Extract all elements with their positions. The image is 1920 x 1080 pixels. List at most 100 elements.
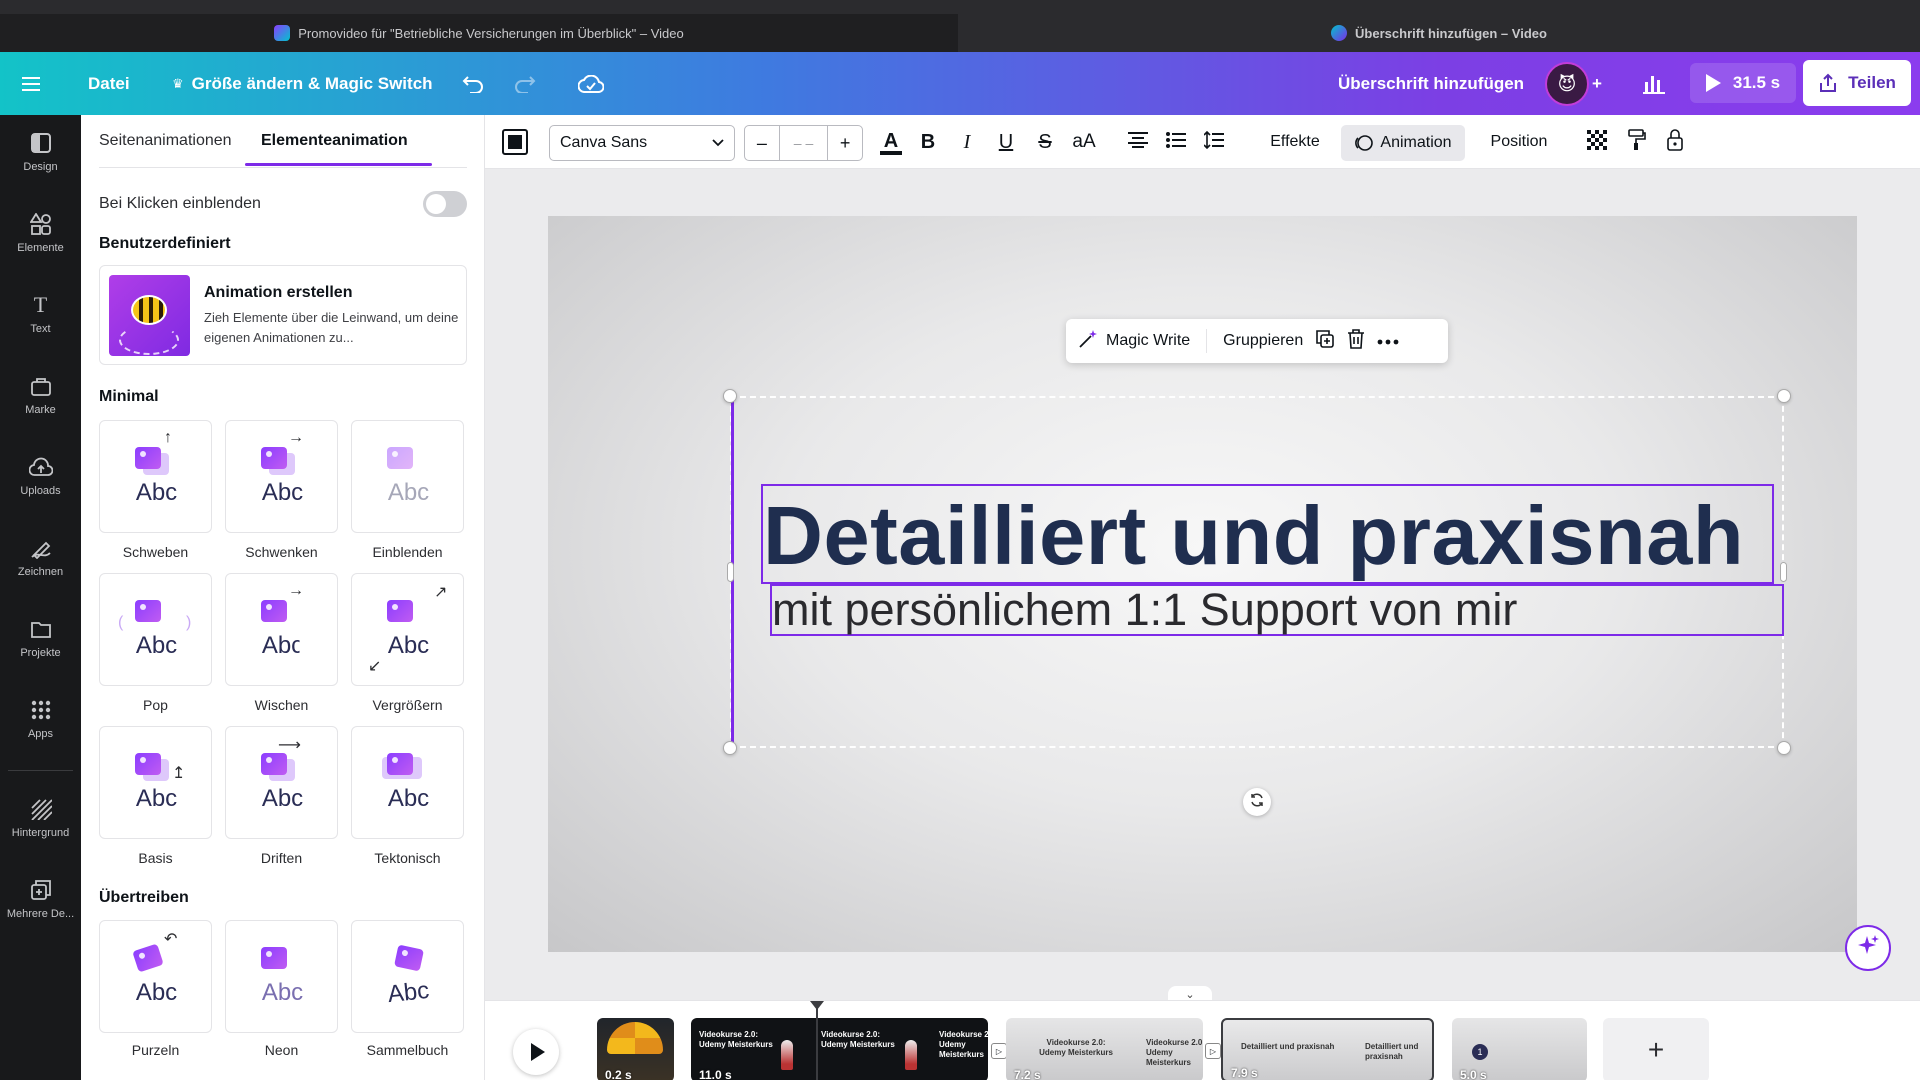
headline-text[interactable]: Detailliert und praxisnah (763, 488, 1773, 584)
italic-button[interactable]: I (956, 115, 978, 169)
add-page-button[interactable]: + (1603, 1018, 1709, 1080)
timeline-play-button[interactable] (513, 1029, 559, 1075)
add-collaborator-button[interactable]: + (1592, 52, 1618, 115)
magic-write-button[interactable]: Magic Write (1066, 319, 1196, 363)
animation-tile-sammelbuch[interactable]: Abc (351, 920, 464, 1033)
timeline-clip[interactable]: Videokurse 2.0: Udemy Meisterkurs Videok… (691, 1018, 988, 1080)
share-button[interactable]: Teilen (1803, 60, 1911, 106)
animation-tile-vergroessern[interactable]: ↗ ↙ Abc (351, 573, 464, 686)
position-button[interactable]: Position (1481, 115, 1557, 169)
redo-button[interactable] (514, 52, 546, 115)
animation-tile-einblenden[interactable]: Abc (351, 420, 464, 533)
shape-color-button[interactable] (499, 115, 531, 169)
rail-item-design[interactable]: Design (0, 119, 81, 185)
resize-handle-bottom-left[interactable] (723, 741, 737, 755)
rail-item-text[interactable]: T Text (0, 281, 81, 347)
tab-page-animations[interactable]: Seitenanimationen (99, 115, 232, 167)
playhead-line (816, 1006, 818, 1080)
duplicate-button[interactable] (1309, 319, 1341, 363)
resize-handle-left[interactable] (727, 562, 734, 582)
align-button[interactable] (1125, 115, 1151, 169)
transition-button[interactable]: ▷ (991, 1043, 1007, 1059)
lock-button[interactable] (1663, 115, 1687, 169)
canva-logo-icon (1331, 25, 1348, 41)
strikethrough-button[interactable]: S (1034, 115, 1056, 169)
upload-icon (28, 455, 53, 479)
transition-button[interactable]: ▷ (1205, 1043, 1221, 1059)
animation-tile-driften[interactable]: ⟶ Abc (225, 726, 338, 839)
animation-tile-schweben[interactable]: ↑ Abc (99, 420, 212, 533)
rail-item-apps[interactable]: Apps (0, 686, 81, 752)
bold-button[interactable]: B (917, 115, 939, 169)
abc-sample: Abc (261, 979, 304, 1006)
timeline-clip[interactable]: 1 5.0 s (1452, 1018, 1587, 1080)
browser-tab-promovideo[interactable]: Promovideo für "Betriebliche Versicherun… (0, 14, 958, 52)
underline-button[interactable]: U (995, 115, 1017, 169)
browser-tab-title: Überschrift hinzufügen – Video (1355, 25, 1547, 41)
create-animation-card[interactable]: Animation erstellen Zieh Elemente über d… (99, 265, 467, 365)
rail-item-draw[interactable]: Zeichnen (0, 524, 81, 590)
rotate-handle[interactable] (1243, 788, 1271, 816)
rail-item-projects[interactable]: Projekte (0, 605, 81, 671)
image-icon (261, 753, 287, 775)
font-size-increase-button[interactable]: + (828, 133, 862, 154)
play-preview-button[interactable]: 31.5 s (1690, 63, 1796, 103)
menu-button[interactable] (22, 52, 58, 115)
playhead-marker[interactable] (810, 998, 824, 1010)
save-status-button[interactable] (578, 52, 612, 115)
font-dropdown[interactable]: Canva Sans (549, 125, 735, 161)
click-reveal-toggle[interactable] (423, 191, 467, 217)
animation-tile-pop[interactable]: ( ) Abc (99, 573, 212, 686)
animation-tile-purzeln[interactable]: ↶ Abc (99, 920, 212, 1033)
animation-tile-neon[interactable]: Abc (225, 920, 338, 1033)
bar-chart-icon (1643, 74, 1665, 94)
effects-button[interactable]: Effekte (1257, 115, 1333, 169)
arrow-right-icon: → (288, 429, 304, 446)
animation-tile-wischen[interactable]: → Abc (225, 573, 338, 686)
insights-button[interactable] (1643, 52, 1673, 115)
rail-item-elements[interactable]: Elemente (0, 200, 81, 266)
browser-tab-active[interactable]: Überschrift hinzufügen – Video (958, 14, 1920, 52)
arrow-expand-ne-icon: ↗ (434, 584, 448, 601)
font-size-input[interactable]: – – (778, 125, 829, 161)
animation-tile-basis[interactable]: ↥ Abc (99, 726, 212, 839)
browser-tab-title: Promovideo für "Betriebliche Versicherun… (298, 25, 684, 41)
undo-button[interactable] (462, 52, 494, 115)
rail-label: Zeichnen (17, 566, 64, 578)
animation-label: Sammelbuch (366, 1042, 449, 1058)
rail-item-multiple-designs[interactable]: Mehrere De... (0, 866, 81, 932)
rail-item-background[interactable]: Hintergrund (0, 785, 81, 851)
font-size-decrease-button[interactable]: – (745, 133, 779, 154)
timeline-clip[interactable]: Videokurse 2.0: Udemy Meisterkurs Videok… (1006, 1018, 1203, 1080)
more-options-button[interactable] (1371, 319, 1405, 363)
magic-assistant-button[interactable] (1845, 925, 1891, 971)
delete-button[interactable] (1341, 319, 1371, 363)
spacing-button[interactable] (1201, 115, 1227, 169)
file-menu-button[interactable]: Datei (88, 52, 130, 115)
timeline-clip[interactable]: 0.2 s (597, 1018, 674, 1080)
text-color-button[interactable]: A (877, 115, 905, 169)
rail-item-uploads[interactable]: Uploads (0, 443, 81, 509)
tab-element-animation[interactable]: Elementeanimation (261, 115, 408, 167)
rail-item-brand[interactable]: Marke (0, 362, 81, 428)
transparency-button[interactable] (1585, 115, 1609, 169)
group-button[interactable]: Gruppieren (1217, 319, 1309, 363)
timeline-clip-active[interactable]: Detailliert und praxisnah Detailliert un… (1221, 1018, 1434, 1080)
animation-button[interactable]: Animation (1341, 125, 1465, 161)
animation-tile-tektonisch[interactable]: Abc (351, 726, 464, 839)
resize-handle-right[interactable] (1780, 562, 1787, 582)
resize-handle-top-left[interactable] (723, 389, 737, 403)
clip-duration: 0.2 s (605, 1068, 632, 1080)
subline-text[interactable]: mit persönlichem 1:1 Support von mir (772, 584, 1772, 636)
copy-style-button[interactable] (1625, 115, 1649, 169)
resize-magic-switch-button[interactable]: ♛ Größe ändern & Magic Switch (172, 52, 433, 115)
abc-sample: Abc (261, 632, 304, 659)
list-button[interactable] (1163, 115, 1189, 169)
animation-tile-schwenken[interactable]: → Abc (225, 420, 338, 533)
resize-handle-top-right[interactable] (1777, 389, 1791, 403)
motion-path-decoration (119, 325, 179, 355)
resize-handle-bottom-right[interactable] (1777, 741, 1791, 755)
letter-case-button[interactable]: aA (1069, 115, 1099, 169)
document-title[interactable]: Überschrift hinzufügen (1338, 52, 1524, 115)
avatar[interactable]: 😈 (1545, 62, 1589, 106)
